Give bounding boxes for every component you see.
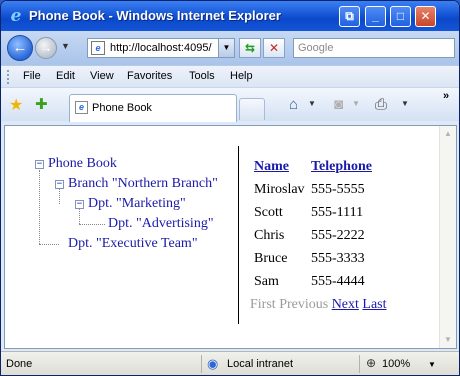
new-tab-button[interactable]	[239, 98, 265, 120]
header-telephone[interactable]: Telephone	[311, 159, 372, 175]
pager-previous: Previous	[279, 297, 329, 312]
pager-last[interactable]: Last	[362, 297, 386, 312]
home-icon[interactable]: ⌂	[289, 96, 298, 113]
status-separator	[201, 355, 202, 373]
tree-connector	[79, 224, 105, 225]
refresh-button[interactable]: ⇆	[239, 38, 261, 58]
collapse-toggle[interactable]: −	[55, 180, 64, 189]
cell-name: Miroslav	[254, 182, 305, 197]
menu-view[interactable]: View	[90, 70, 114, 82]
cell-telephone: 555-3333	[311, 251, 365, 266]
menu-bar: File Edit View Favorites Tools Help	[1, 65, 459, 87]
rss-feed-icon[interactable]: ◙	[334, 96, 343, 113]
tree-node-phone-book[interactable]: Phone Book	[48, 156, 117, 172]
collapse-toggle[interactable]: −	[35, 160, 44, 169]
refresh-icon: ⇆	[244, 41, 256, 55]
status-bar: Done ◉ Local intranet ⊕ 100% ▼	[1, 351, 459, 375]
cell-telephone: 555-4444	[311, 274, 365, 289]
pager-next[interactable]: Next	[332, 297, 359, 312]
printer-icon[interactable]: ⎙	[375, 96, 387, 113]
title-bar: e Phone Book - Windows Internet Explorer…	[1, 1, 459, 31]
address-toolbar: ← → ▼ e http://localhost:4095/ ▼ ⇆ ✕ Goo…	[1, 31, 459, 65]
tree-connector	[79, 208, 80, 224]
url-text[interactable]: http://localhost:4095/	[110, 42, 212, 54]
cell-name: Scott	[254, 205, 283, 220]
pager: First Previous Next Last	[250, 297, 387, 313]
page-icon: e	[91, 41, 105, 55]
forward-button[interactable]: →	[35, 37, 57, 59]
header-name[interactable]: Name	[254, 159, 289, 175]
star-icon[interactable]: ★	[9, 95, 23, 115]
search-input[interactable]: Google	[293, 38, 455, 58]
tab-phone-book[interactable]: e Phone Book	[69, 94, 237, 122]
recent-pages-dropdown[interactable]: ▼	[61, 41, 70, 51]
tree-connector	[39, 244, 59, 245]
tree-node-northern-branch[interactable]: Branch "Northern Branch"	[68, 176, 218, 192]
menu-tools[interactable]: Tools	[189, 70, 215, 82]
browser-window: e Phone Book - Windows Internet Explorer…	[0, 0, 460, 376]
menu-edit[interactable]: Edit	[56, 70, 75, 82]
close-button[interactable]: ✕	[415, 6, 436, 27]
tree-connector	[39, 170, 40, 244]
address-dropdown-button[interactable]: ▼	[218, 39, 234, 57]
back-arrow-icon: ←	[12, 39, 28, 56]
add-favorites-icon[interactable]: ✚	[35, 95, 48, 113]
tree-node-marketing[interactable]: Dpt. "Marketing"	[88, 196, 186, 212]
magnifier-icon: ⊕	[366, 356, 377, 370]
tree-node-advertising[interactable]: Dpt. "Advertising"	[108, 216, 214, 232]
cell-name: Sam	[254, 274, 279, 289]
tree-node-executive-team[interactable]: Dpt. "Executive Team"	[68, 236, 198, 252]
panel-divider	[238, 146, 239, 324]
back-button[interactable]: ←	[7, 35, 33, 61]
ie-logo-icon: e	[10, 6, 22, 26]
toolbar-grip[interactable]	[7, 70, 10, 84]
menu-file[interactable]: File	[23, 70, 41, 82]
print-dropdown[interactable]: ▼	[401, 99, 409, 108]
cell-telephone: 555-1111	[311, 205, 364, 220]
cell-name: Chris	[254, 228, 285, 243]
pager-first: First	[250, 297, 276, 312]
page-content: − Phone Book − Branch "Northern Branch" …	[4, 125, 457, 349]
window-title: Phone Book - Windows Internet Explorer	[29, 8, 281, 23]
zoom-dropdown[interactable]: ▼	[428, 360, 436, 369]
menu-favorites[interactable]: Favorites	[127, 70, 172, 82]
scroll-down-button[interactable]: ▼	[440, 332, 456, 348]
home-dropdown[interactable]: ▼	[308, 99, 316, 108]
page-icon: e	[75, 101, 88, 114]
forward-arrow-icon: →	[39, 40, 53, 55]
tab-label: Phone Book	[92, 102, 152, 114]
feeds-dropdown[interactable]: ▼	[352, 99, 360, 108]
tab-command-bar: ★ ✚ e Phone Book ⌂ ▼ ◙ ▼ ⎙ ▼ »	[1, 87, 459, 122]
globe-computer-icon: ◉	[207, 356, 219, 371]
status-text: Done	[6, 358, 33, 370]
more-commands-chevron[interactable]: »	[443, 90, 449, 102]
status-separator	[359, 355, 360, 373]
security-zone[interactable]: Local intranet	[227, 358, 293, 370]
menu-help[interactable]: Help	[230, 70, 253, 82]
stop-icon: ✕	[268, 41, 280, 55]
zoom-level[interactable]: 100%	[382, 358, 410, 370]
minimize-button[interactable]: _	[365, 6, 386, 27]
stop-button[interactable]: ✕	[263, 38, 285, 58]
cell-telephone: 555-5555	[311, 182, 365, 197]
cell-name: Bruce	[254, 251, 288, 266]
maximize-button[interactable]: □	[390, 6, 411, 27]
scroll-up-button[interactable]: ▲	[440, 126, 456, 142]
compat-view-button[interactable]: ⧉	[339, 6, 360, 27]
tree-connector	[59, 188, 60, 204]
address-field[interactable]: e http://localhost:4095/ ▼	[87, 38, 235, 58]
vertical-scrollbar[interactable]: ▲ ▼	[439, 126, 456, 348]
cell-telephone: 555-2222	[311, 228, 365, 243]
collapse-toggle[interactable]: −	[75, 200, 84, 209]
